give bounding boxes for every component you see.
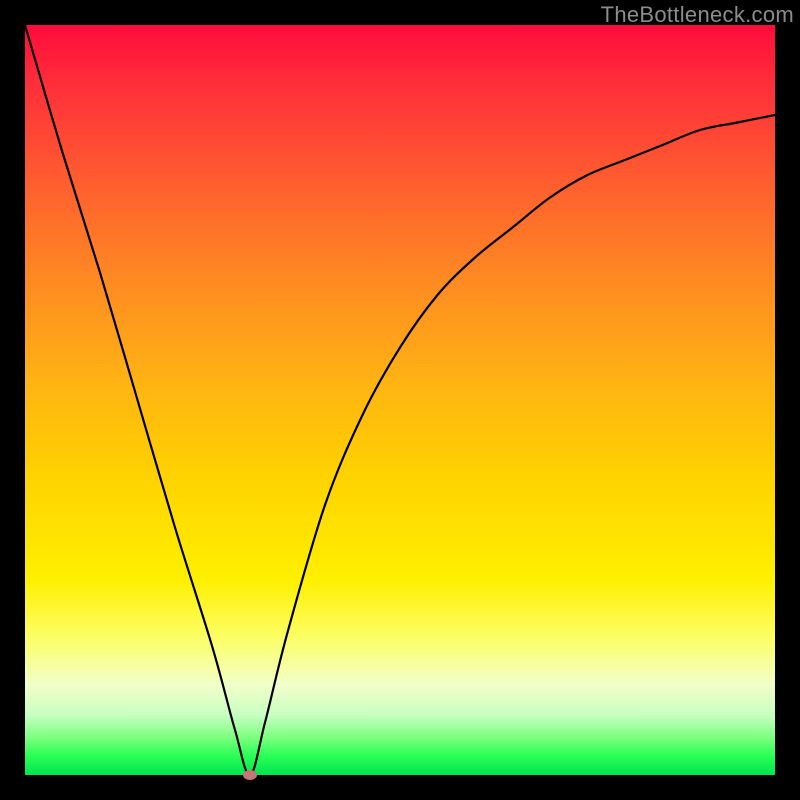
chart-frame: TheBottleneck.com — [0, 0, 800, 800]
watermark-text: TheBottleneck.com — [601, 2, 794, 28]
minimum-marker — [243, 770, 257, 780]
plot-area — [25, 25, 775, 775]
bottleneck-curve — [25, 25, 775, 775]
